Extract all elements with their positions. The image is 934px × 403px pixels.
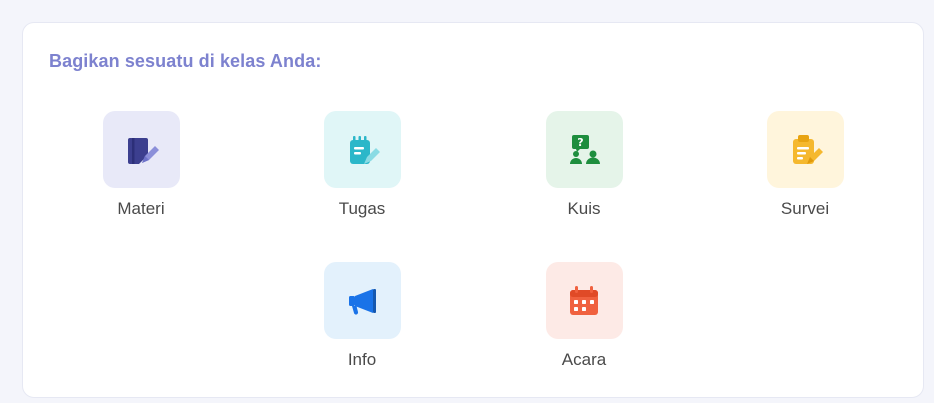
clipboard-pencil-icon bbox=[785, 130, 825, 170]
info-tile bbox=[323, 262, 401, 339]
card-title: Bagikan sesuatu di kelas Anda: bbox=[49, 51, 322, 71]
quiz-people-icon: ? bbox=[564, 130, 604, 170]
book-pencil-icon bbox=[121, 130, 161, 170]
share-acara-button[interactable]: Acara bbox=[524, 262, 644, 370]
acara-tile bbox=[545, 262, 623, 339]
page: Bagikan sesuatu di kelas Anda: Materi Tu… bbox=[0, 0, 934, 403]
share-tugas-button[interactable]: Tugas bbox=[302, 111, 422, 219]
tugas-label: Tugas bbox=[338, 199, 386, 218]
svg-text:?: ? bbox=[577, 136, 583, 149]
materi-label: Materi bbox=[117, 199, 165, 218]
share-survei-button[interactable]: Survei bbox=[745, 111, 865, 219]
share-card: Bagikan sesuatu di kelas Anda: Materi Tu… bbox=[22, 22, 924, 398]
materi-tile bbox=[102, 111, 180, 188]
megaphone-icon bbox=[342, 281, 382, 321]
share-info-button[interactable]: Info bbox=[302, 262, 422, 370]
acara-label: Acara bbox=[561, 350, 607, 369]
notepad-pencil-icon bbox=[342, 130, 382, 170]
share-materi-button[interactable]: Materi bbox=[81, 111, 201, 219]
share-kuis-button[interactable]: ? Kuis bbox=[524, 111, 644, 219]
info-label: Info bbox=[347, 350, 377, 369]
survei-tile bbox=[766, 111, 844, 188]
calendar-icon bbox=[564, 281, 604, 321]
kuis-tile: ? bbox=[545, 111, 623, 188]
kuis-label: Kuis bbox=[567, 199, 601, 218]
tugas-tile bbox=[323, 111, 401, 188]
survei-label: Survei bbox=[780, 199, 830, 218]
